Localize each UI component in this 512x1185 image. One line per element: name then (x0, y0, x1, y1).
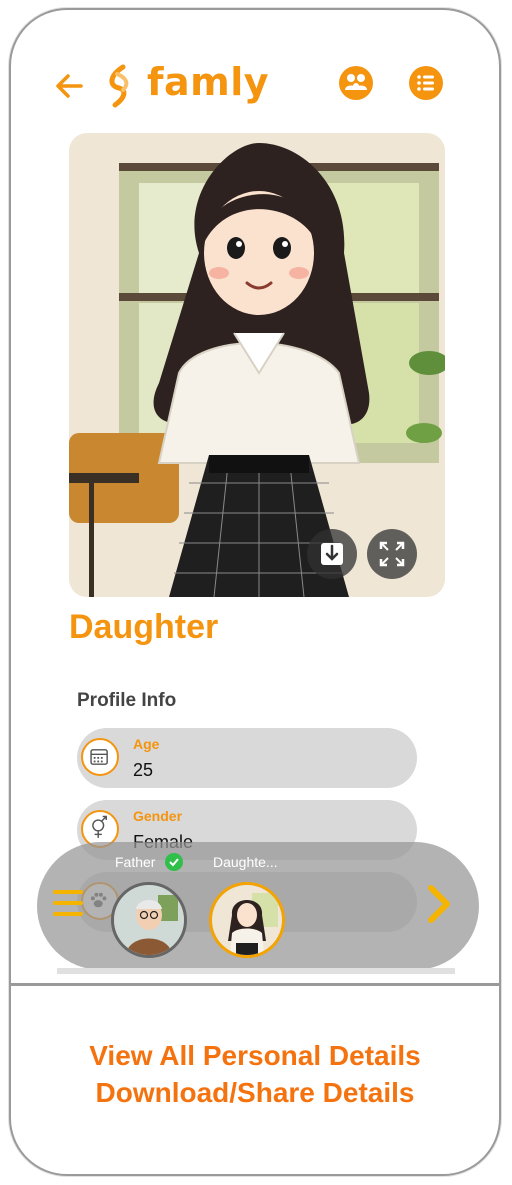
field-value: 25 (133, 760, 154, 780)
verified-check-icon (165, 853, 183, 871)
famly-logo-icon (109, 64, 129, 108)
father-portrait (114, 885, 184, 955)
list-menu-icon[interactable] (409, 66, 443, 100)
expand-button[interactable] (367, 529, 417, 579)
promo-line: View All Personal Details (89, 1040, 421, 1071)
app-header: famly (11, 58, 499, 118)
section-divider (11, 983, 499, 986)
section-label: Profile Info (77, 690, 177, 711)
member-avatar-daughter[interactable] (209, 882, 285, 958)
download-button[interactable] (307, 529, 357, 579)
family-group-icon[interactable] (339, 66, 373, 100)
member-avatar-father[interactable] (111, 882, 187, 958)
member-label: Father (115, 854, 156, 870)
download-icon (321, 543, 343, 565)
brand-name: famly (147, 60, 270, 104)
member-label: Daughte... (213, 854, 278, 870)
field-label: Gender (133, 808, 183, 824)
chevron-right-icon[interactable] (425, 882, 455, 926)
calendar-icon (81, 738, 119, 776)
profile-photo[interactable] (69, 133, 445, 597)
promo-line: Download/Share Details (95, 1077, 415, 1108)
phone-frame: famly Daughter Profile Info Age 25 Gende… (9, 8, 501, 1176)
card-shadow (57, 968, 455, 974)
expand-icon (379, 541, 405, 567)
daughter-portrait (212, 885, 282, 955)
field-age: Age 25 (77, 728, 417, 788)
member-carousel: Father Daughte... (37, 842, 479, 970)
profile-title: Daughter (69, 608, 219, 646)
field-label: Age (133, 736, 160, 752)
arrow-left-icon[interactable] (51, 68, 87, 104)
daughter-illustration (69, 133, 445, 597)
hamburger-icon[interactable] (53, 888, 87, 918)
